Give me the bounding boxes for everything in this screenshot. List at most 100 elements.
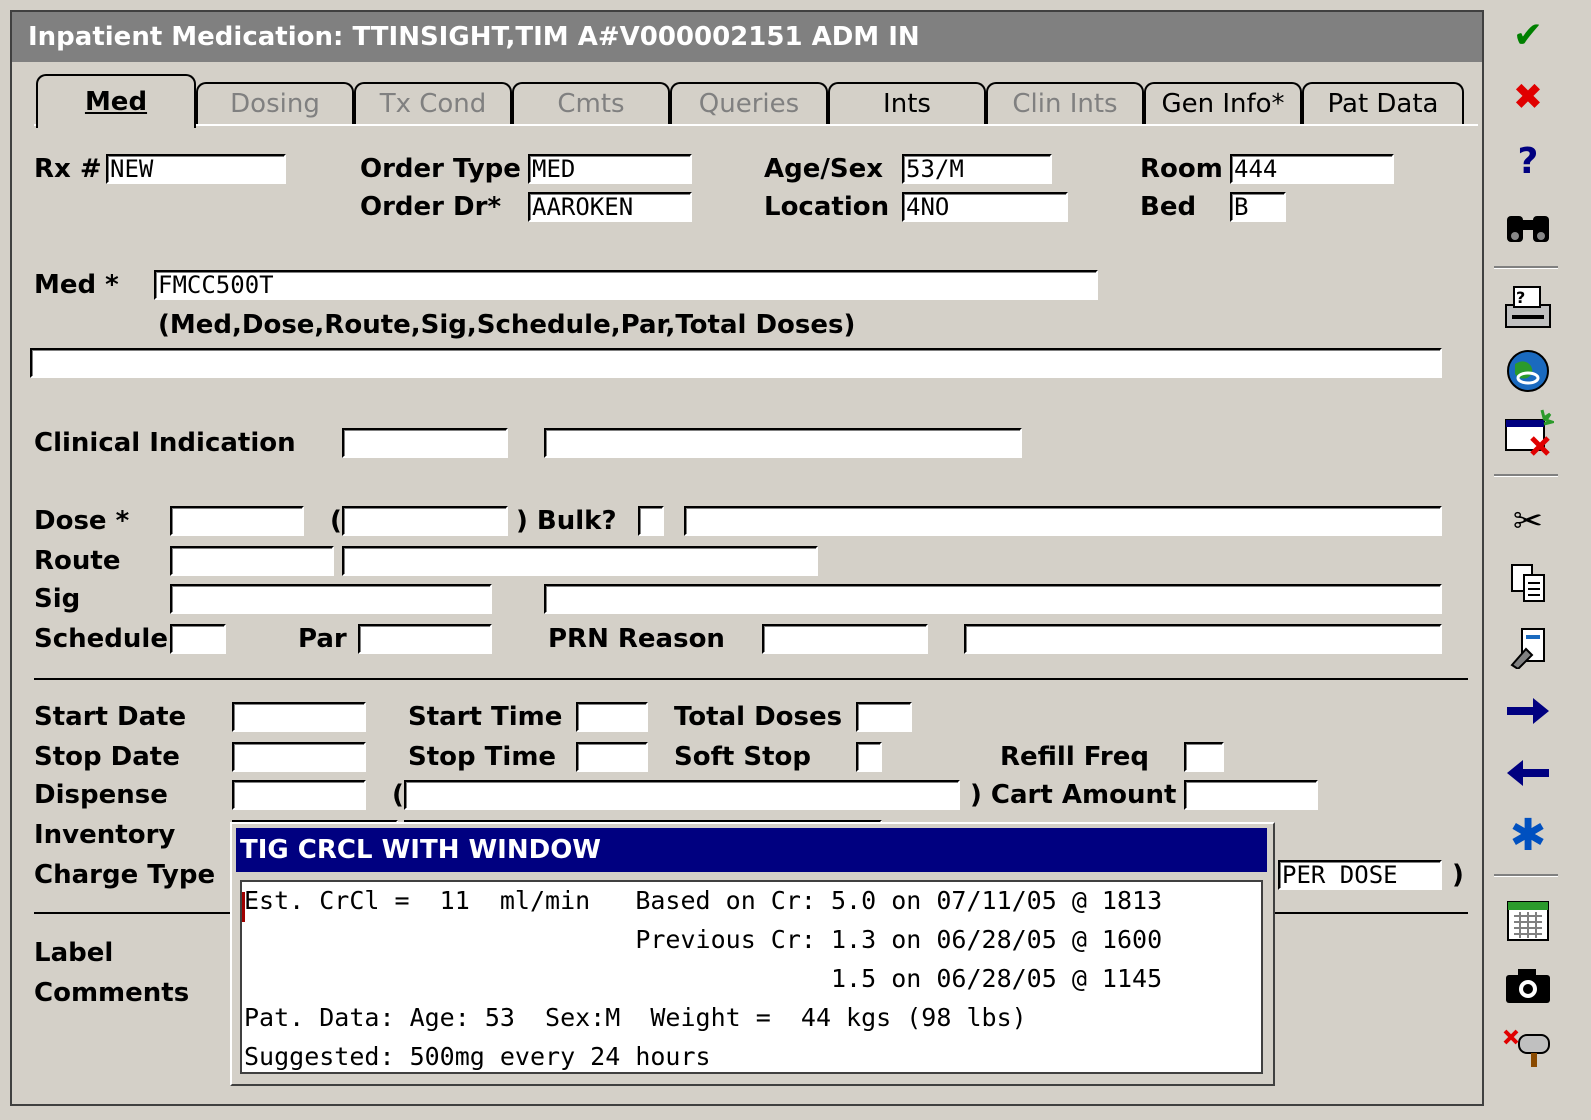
prn-reason-text-field[interactable] bbox=[964, 624, 1442, 654]
popup-line-previous-cr: Previous Cr: 1.3 on 06/28/05 @ 1600 bbox=[244, 925, 1163, 954]
order-type-label: Order Type bbox=[360, 154, 521, 184]
route-description-field[interactable] bbox=[342, 546, 818, 576]
tab-tx-cond[interactable]: Tx Cond bbox=[354, 82, 512, 126]
popup-body: Est. CrCl = 11 ml/min Based on Cr: 5.0 o… bbox=[240, 880, 1263, 1074]
asterisk-icon[interactable]: ✱ bbox=[1500, 808, 1556, 862]
soft-stop-label: Soft Stop bbox=[674, 742, 812, 772]
crcl-popup: TIG CRCL WITH WINDOW Est. CrCl = 11 ml/m… bbox=[230, 822, 1275, 1086]
refill-freq-field[interactable] bbox=[1184, 742, 1224, 772]
print-icon[interactable]: ? bbox=[1500, 280, 1556, 334]
dispense-paren-open: ( bbox=[392, 780, 404, 810]
mailbox-icon[interactable] bbox=[1500, 1020, 1556, 1074]
dose-units-field[interactable] bbox=[342, 506, 508, 536]
dose-field[interactable] bbox=[170, 506, 304, 536]
bulk-checkbox[interactable] bbox=[638, 506, 664, 536]
par-field[interactable] bbox=[358, 624, 492, 654]
paste-icon[interactable] bbox=[1500, 620, 1556, 674]
popup-line-suggested: Suggested: 500mg every 24 hours bbox=[244, 1042, 711, 1071]
total-doses-label: Total Doses bbox=[674, 702, 843, 732]
stop-time-label: Stop Time bbox=[408, 742, 557, 772]
tab-cmts[interactable]: Cmts bbox=[512, 82, 670, 126]
svg-text:?: ? bbox=[1516, 288, 1525, 307]
arrow-right-icon[interactable] bbox=[1500, 684, 1556, 738]
clinical-indication-label: Clinical Indication bbox=[34, 428, 296, 458]
route-field[interactable] bbox=[170, 546, 334, 576]
soft-stop-checkbox[interactable] bbox=[856, 742, 882, 772]
window-title: Inpatient Medication: TTINSIGHT,TIM A#V0… bbox=[12, 12, 1482, 62]
clinical-indication-text-field[interactable] bbox=[544, 428, 1022, 458]
comments-label: Comments bbox=[34, 978, 190, 1008]
order-type-field[interactable]: MED bbox=[528, 154, 692, 184]
stop-date-field[interactable] bbox=[232, 742, 366, 772]
order-dr-label: Order Dr* bbox=[360, 192, 502, 222]
sig-description-field[interactable] bbox=[544, 584, 1442, 614]
sig-field[interactable] bbox=[170, 584, 492, 614]
rx-field[interactable]: NEW bbox=[106, 154, 286, 184]
toolbar-separator bbox=[1494, 266, 1558, 269]
arrow-left-icon[interactable] bbox=[1500, 746, 1556, 800]
charge-type-paren-close: ) bbox=[1452, 860, 1464, 890]
rx-label: Rx # bbox=[34, 154, 102, 184]
route-label: Route bbox=[34, 546, 121, 576]
calendar-delete-icon[interactable] bbox=[1500, 406, 1556, 460]
par-label: Par bbox=[298, 624, 347, 654]
location-field[interactable]: 4NO bbox=[902, 192, 1068, 222]
copy-icon[interactable] bbox=[1500, 556, 1556, 610]
dose-label: Dose * bbox=[34, 506, 130, 536]
charge-type-label: Charge Type bbox=[34, 860, 216, 890]
popup-line-previous-cr-2: 1.5 on 06/28/05 @ 1145 bbox=[244, 964, 1163, 993]
total-doses-field[interactable] bbox=[856, 702, 912, 732]
help-question-icon[interactable]: ? bbox=[1500, 134, 1556, 188]
cancel-x-icon[interactable]: ✖ bbox=[1500, 70, 1556, 124]
dispense-field[interactable] bbox=[232, 780, 366, 810]
start-date-label: Start Date bbox=[34, 702, 187, 732]
cart-amount-label: ) Cart Amount bbox=[970, 780, 1177, 810]
room-field[interactable]: 444 bbox=[1230, 154, 1394, 184]
scissors-icon[interactable]: ✂ bbox=[1500, 494, 1556, 548]
bed-field[interactable]: B bbox=[1230, 192, 1286, 222]
tab-ints[interactable]: Ints bbox=[828, 82, 986, 126]
clinical-indication-code-field[interactable] bbox=[342, 428, 508, 458]
age-sex-label: Age/Sex bbox=[764, 154, 883, 184]
camera-icon[interactable] bbox=[1500, 958, 1556, 1012]
tab-dosing[interactable]: Dosing bbox=[196, 82, 354, 126]
dose-paren-open: ( bbox=[330, 506, 342, 536]
age-sex-field[interactable]: 53/M bbox=[902, 154, 1052, 184]
order-dr-field[interactable]: AAROKEN bbox=[528, 192, 692, 222]
schedule-field[interactable] bbox=[170, 624, 226, 654]
tab-gen-info[interactable]: Gen Info* bbox=[1144, 82, 1302, 126]
start-time-field[interactable] bbox=[576, 702, 648, 732]
label-label: Label bbox=[34, 938, 114, 968]
popup-title: TIG CRCL WITH WINDOW bbox=[236, 828, 1267, 872]
schedule-label: Schedule bbox=[34, 624, 168, 654]
popup-line-crcl: Est. CrCl = 11 ml/min Based on Cr: 5.0 o… bbox=[244, 886, 1163, 915]
stop-time-field[interactable] bbox=[576, 742, 648, 772]
bed-label: Bed bbox=[1140, 192, 1197, 222]
right-toolbar: ✔ ✖ ? ? ✂ ✱ bbox=[1490, 0, 1591, 1120]
dose-description-field[interactable] bbox=[684, 506, 1442, 536]
grid-icon[interactable] bbox=[1500, 894, 1556, 948]
charge-type-field[interactable]: PER DOSE bbox=[1278, 860, 1442, 890]
popup-line-patient-data: Pat. Data: Age: 53 Sex:M Weight = 44 kgs… bbox=[244, 1003, 1027, 1032]
med-label: Med * bbox=[34, 270, 119, 300]
stop-date-label: Stop Date bbox=[34, 742, 180, 772]
tab-clin-ints[interactable]: Clin Ints bbox=[986, 82, 1144, 126]
toolbar-separator bbox=[1494, 474, 1558, 477]
dispense-description-field[interactable] bbox=[404, 780, 960, 810]
med-field[interactable]: FMCC500T bbox=[154, 270, 1098, 300]
tab-med[interactable]: Med bbox=[36, 74, 196, 128]
checkmark-icon[interactable]: ✔ bbox=[1500, 8, 1556, 62]
start-time-label: Start Time bbox=[408, 702, 563, 732]
tab-queries[interactable]: Queries bbox=[670, 82, 828, 126]
med-description-field[interactable] bbox=[30, 348, 1442, 378]
binoculars-icon[interactable] bbox=[1500, 200, 1556, 254]
tab-pat-data[interactable]: Pat Data bbox=[1302, 82, 1464, 126]
inventory-label: Inventory bbox=[34, 820, 176, 850]
globe-link-icon[interactable] bbox=[1500, 344, 1556, 398]
start-date-field[interactable] bbox=[232, 702, 366, 732]
med-hint: (Med,Dose,Route,Sig,Schedule,Par,Total D… bbox=[158, 310, 856, 340]
cart-amount-field[interactable] bbox=[1184, 780, 1318, 810]
prn-reason-code-field[interactable] bbox=[762, 624, 928, 654]
bulk-label: ) Bulk? bbox=[516, 506, 617, 536]
refill-freq-label: Refill Freq bbox=[1000, 742, 1149, 772]
